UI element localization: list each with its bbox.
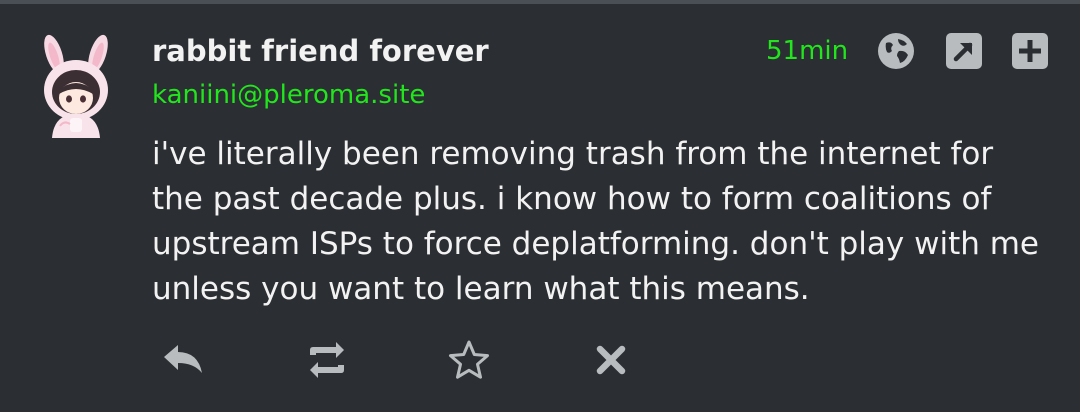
user-handle[interactable]: kaniini@pleroma.site	[152, 80, 425, 110]
plus-icon[interactable]	[1011, 32, 1049, 70]
favorite-star-icon[interactable]	[446, 337, 492, 383]
status-post: rabbit friend forever kaniini@pleroma.si…	[0, 4, 1080, 412]
timestamp-link[interactable]: 51min	[766, 36, 848, 66]
repeat-icon[interactable]	[304, 337, 350, 383]
display-name[interactable]: rabbit friend forever	[152, 34, 489, 68]
reply-icon[interactable]	[160, 337, 206, 383]
globe-icon[interactable]	[877, 32, 915, 70]
status-content: i've literally been removing trash from …	[152, 136, 1039, 307]
avatar[interactable]	[30, 34, 120, 138]
delete-icon[interactable]	[588, 337, 634, 383]
external-link-icon[interactable]	[945, 32, 983, 70]
